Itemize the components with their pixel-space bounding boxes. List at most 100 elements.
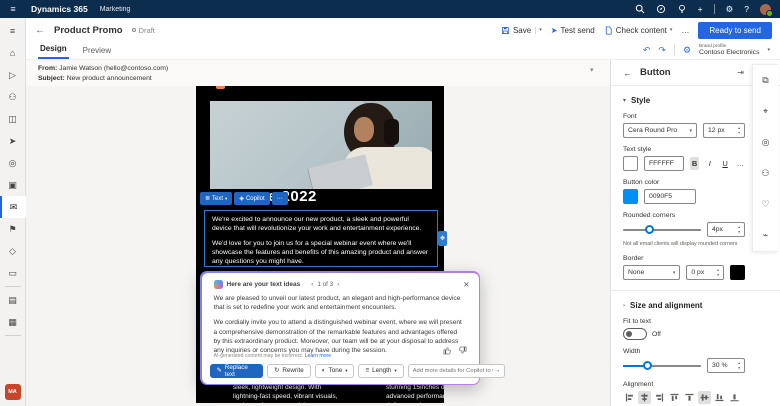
email-hero-image[interactable] bbox=[210, 101, 432, 189]
compass-icon[interactable] bbox=[656, 4, 666, 14]
section-style[interactable]: ▾ Style bbox=[623, 96, 745, 105]
nav-chat-icon[interactable]: ▭ bbox=[0, 262, 26, 284]
user-avatar[interactable] bbox=[760, 4, 771, 15]
copilot-button[interactable]: ◈ Copilot bbox=[234, 192, 269, 205]
button-color-input[interactable]: 0090F5 bbox=[644, 189, 696, 204]
tab-design[interactable]: Design bbox=[38, 44, 69, 59]
check-content-button[interactable]: Check content ▾ bbox=[604, 26, 673, 35]
nav-events-icon[interactable]: ⚑ bbox=[0, 218, 26, 240]
bold-button[interactable]: B bbox=[690, 157, 699, 170]
replace-text-button[interactable]: ✎ Replace text bbox=[210, 364, 264, 378]
border-color-swatch[interactable] bbox=[730, 265, 745, 280]
collapse-header-icon[interactable]: ▾ bbox=[590, 66, 594, 74]
align-bottom-button[interactable] bbox=[713, 391, 726, 404]
align-left-button[interactable] bbox=[623, 391, 636, 404]
text-color-swatch[interactable] bbox=[623, 156, 638, 171]
border-style-dropdown[interactable]: None ▾ bbox=[623, 265, 680, 280]
help-icon[interactable]: ? bbox=[744, 4, 749, 14]
style-tag-icon[interactable]: ♡ bbox=[753, 189, 778, 220]
rounded-corners-stepper[interactable]: 4px ▴▾ bbox=[707, 222, 745, 237]
nav-home-icon[interactable]: ⌂ bbox=[0, 42, 26, 64]
align-top-button[interactable] bbox=[668, 391, 681, 404]
link-icon[interactable]: ⌁ bbox=[753, 220, 778, 251]
underline-button[interactable]: U bbox=[720, 157, 729, 170]
font-size-stepper[interactable]: 12 px ▴▾ bbox=[703, 123, 745, 138]
plus-icon[interactable]: + bbox=[698, 4, 703, 14]
email-column-right[interactable]: stunning 15inches display and advanced p… bbox=[386, 383, 444, 403]
rounded-corners-slider[interactable] bbox=[623, 223, 701, 236]
nav-library-icon[interactable]: ▤ bbox=[0, 289, 26, 311]
nav-web-icon[interactable]: ◎ bbox=[0, 152, 26, 174]
nav-insights-icon[interactable]: ◇ bbox=[0, 240, 26, 262]
rewrite-button[interactable]: ↻ Rewrite bbox=[267, 364, 311, 378]
elements-icon[interactable]: ⧉ bbox=[753, 65, 778, 96]
nav-menu-icon[interactable]: ≡ bbox=[0, 20, 26, 42]
copilot-tools-icon[interactable]: ◎ bbox=[753, 127, 778, 158]
topbar-divider bbox=[714, 4, 715, 14]
button-color-swatch[interactable] bbox=[623, 189, 638, 204]
nav-analytics-icon[interactable]: ▦ bbox=[0, 311, 26, 333]
learn-more-link[interactable]: Learn more bbox=[305, 353, 332, 359]
align-baseline-button[interactable] bbox=[728, 391, 741, 404]
align-middle-button[interactable] bbox=[698, 391, 711, 404]
font-label: Font bbox=[623, 113, 745, 120]
align-top-edge-button[interactable] bbox=[683, 391, 696, 404]
email-column-left[interactable]: sleek, lightweight design. With lightnin… bbox=[233, 383, 347, 403]
section-size-alignment[interactable]: › Size and alignment bbox=[623, 301, 745, 310]
align-right-button[interactable] bbox=[653, 391, 666, 404]
redo-icon[interactable]: ↷ bbox=[658, 45, 666, 56]
settings-gear-icon[interactable]: ⚙ bbox=[726, 4, 734, 15]
test-send-button[interactable]: ➤ Test send bbox=[551, 26, 595, 35]
fit-to-text-toggle[interactable] bbox=[623, 328, 647, 340]
border-width-stepper[interactable]: 0 px ▴▾ bbox=[686, 265, 724, 280]
lightbulb-icon[interactable] bbox=[677, 4, 687, 14]
fit-to-text-label: Fit to text bbox=[623, 318, 745, 325]
tone-dropdown[interactable]: ◐ Tone ▾ bbox=[315, 364, 355, 378]
font-dropdown[interactable]: Cera Round Pro ▾ bbox=[623, 123, 697, 138]
search-icon[interactable] bbox=[635, 4, 645, 14]
more-text-styles-button[interactable]: … bbox=[736, 157, 745, 170]
nav-customers-icon[interactable]: ⚇ bbox=[0, 86, 26, 108]
ready-to-send-button[interactable]: Ready to send bbox=[698, 22, 772, 39]
nav-email-icon[interactable]: ✉ bbox=[0, 196, 26, 218]
copilot-prompt-input[interactable] bbox=[413, 368, 494, 374]
tab-preview[interactable]: Preview bbox=[81, 46, 113, 59]
nav-journeys-icon[interactable]: ➤ bbox=[0, 130, 26, 152]
length-dropdown[interactable]: ≡ Length ▾ bbox=[358, 364, 403, 378]
block-move-handle[interactable]: ✥ bbox=[438, 231, 447, 246]
selected-text-block[interactable]: We're excited to announce our new produc… bbox=[204, 210, 438, 267]
audience-icon[interactable]: ⚇ bbox=[753, 158, 778, 189]
back-arrow[interactable]: ← bbox=[35, 25, 45, 36]
nav-get-started-icon[interactable]: ▷ bbox=[0, 64, 26, 86]
brand-profile-selector[interactable]: Brand profile Contoso Electronics bbox=[699, 44, 759, 57]
copilot-actions: ✎ Replace text ↻ Rewrite ◐ Tone ▾ ≡ Leng… bbox=[210, 364, 506, 378]
personalize-icon[interactable]: ⌖ bbox=[753, 96, 778, 127]
width-label: Width bbox=[623, 348, 745, 355]
pager-prev-icon[interactable]: ‹ bbox=[311, 281, 313, 288]
italic-button[interactable]: I bbox=[705, 157, 714, 170]
waffle-icon[interactable]: ≡ bbox=[0, 4, 26, 14]
save-button[interactable]: Save | ▾ bbox=[501, 26, 542, 35]
thumbs-up-icon[interactable] bbox=[443, 342, 452, 360]
copilot-logo-icon bbox=[214, 280, 223, 289]
text-color-input[interactable]: FFFFFF bbox=[644, 156, 684, 171]
undo-icon[interactable]: ↶ bbox=[643, 45, 651, 56]
thumbs-down-icon[interactable] bbox=[458, 342, 467, 360]
width-stepper[interactable]: 30 % ▴▾ bbox=[707, 358, 745, 373]
area-switcher[interactable]: Marketing bbox=[100, 6, 131, 13]
block-more-button[interactable]: ⋯ bbox=[272, 192, 288, 205]
nav-assets-icon[interactable]: ▣ bbox=[0, 174, 26, 196]
brand-chevron-icon: ▾ bbox=[767, 47, 770, 53]
submit-arrow-icon[interactable]: → bbox=[493, 367, 500, 374]
length-icon: ≡ bbox=[365, 367, 369, 374]
width-slider[interactable] bbox=[623, 359, 701, 372]
close-icon[interactable]: ✕ bbox=[463, 280, 469, 289]
nav-accounts-icon[interactable]: ◫ bbox=[0, 108, 26, 130]
panel-back-icon[interactable]: ← bbox=[623, 68, 632, 78]
text-block-button[interactable]: ≣ Text ▾ bbox=[200, 192, 232, 205]
marketing-app-badge[interactable]: MA bbox=[5, 384, 21, 400]
align-center-horizontal-button[interactable] bbox=[638, 391, 651, 404]
collapse-panel-icon[interactable]: ⇥ bbox=[737, 68, 744, 77]
more-commands-button[interactable]: … bbox=[681, 26, 689, 35]
pager-next-icon[interactable]: › bbox=[337, 281, 339, 288]
